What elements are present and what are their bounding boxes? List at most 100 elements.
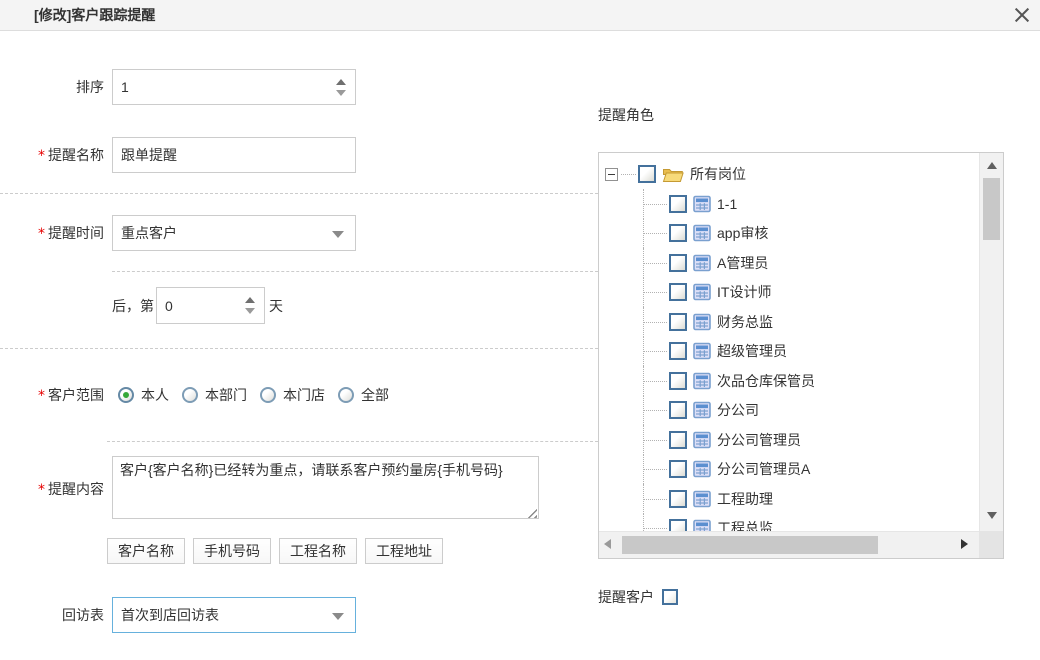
radio-label: 本门店 (283, 385, 325, 405)
days-suffix-label: 天 (269, 296, 283, 316)
radio-icon[interactable] (182, 387, 198, 403)
tree-item-row: 次品仓库保管员 (605, 366, 979, 396)
tree-item-checkbox[interactable] (669, 283, 687, 301)
name-input[interactable]: 跟单提醒 (112, 137, 356, 173)
spinner-down-icon[interactable] (245, 308, 255, 314)
divider (112, 271, 598, 272)
tree-item-label[interactable]: 超级管理员 (717, 341, 787, 361)
tree-item-checkbox[interactable] (669, 490, 687, 508)
tree-item-checkbox[interactable] (669, 431, 687, 449)
scroll-right-icon[interactable] (961, 539, 968, 549)
required-asterisk: * (38, 226, 45, 242)
radio-option-benmendian[interactable]: 本门店 (260, 385, 325, 405)
days-input[interactable]: 0 (156, 287, 265, 324)
radio-icon[interactable] (260, 387, 276, 403)
remind-customer-label: 提醒客户 (598, 587, 654, 607)
time-selected-value: 重点客户 (121, 223, 177, 243)
radio-label: 本部门 (205, 385, 247, 405)
divider (0, 193, 598, 194)
tree-item-checkbox[interactable] (669, 519, 687, 531)
role-table-icon (693, 490, 711, 508)
scroll-up-icon[interactable] (987, 162, 997, 169)
vertical-scrollbar[interactable] (979, 153, 1003, 531)
time-row: *提醒时间 重点客户 (0, 215, 598, 251)
name-value: 跟单提醒 (121, 145, 177, 165)
radio-icon[interactable] (338, 387, 354, 403)
time-select[interactable]: 重点客户 (112, 215, 356, 251)
tree-item-checkbox[interactable] (669, 224, 687, 242)
tree-item-label[interactable]: 分公司 (717, 400, 759, 420)
chevron-down-icon[interactable] (332, 613, 344, 620)
tree-item-label[interactable]: 分公司管理员A (717, 459, 810, 479)
sort-row: 排序 1 (0, 69, 598, 105)
insert-customer-name-button[interactable]: 客户名称 (107, 538, 185, 564)
roles-tree-viewport[interactable]: 所有岗位 1-1 app审核 A管理员 IT设计师 财务总监 超级管理员 次品仓… (599, 153, 979, 531)
tree-item-row: app审核 (605, 219, 979, 249)
visit-form-select[interactable]: 首次到店回访表 (112, 597, 356, 633)
scope-label: *客户范围 (0, 385, 108, 405)
role-table-icon (693, 254, 711, 272)
days-value: 0 (165, 298, 173, 314)
days-spinner[interactable] (245, 288, 257, 323)
sort-value: 1 (121, 79, 129, 95)
visit-form-selected-value: 首次到店回访表 (121, 605, 219, 625)
radio-icon[interactable] (118, 387, 134, 403)
tree-item-checkbox[interactable] (669, 195, 687, 213)
tree-item-checkbox[interactable] (669, 254, 687, 272)
tree-item-row: 分公司管理员 (605, 425, 979, 455)
tree-item-label[interactable]: 财务总监 (717, 312, 773, 332)
chevron-down-icon[interactable] (332, 231, 344, 238)
insert-project-address-button[interactable]: 工程地址 (365, 538, 443, 564)
sort-input[interactable]: 1 (112, 69, 356, 105)
tree-item-label[interactable]: IT设计师 (717, 282, 771, 302)
spinner-up-icon[interactable] (245, 297, 255, 303)
spinner-down-icon[interactable] (336, 90, 346, 96)
radio-label: 本人 (141, 385, 169, 405)
sort-label: 排序 (0, 77, 108, 97)
tree-item-checkbox[interactable] (669, 401, 687, 419)
tree-root-label[interactable]: 所有岗位 (690, 164, 746, 184)
roles-section-label: 提醒角色 (598, 105, 1010, 125)
radio-option-benren[interactable]: 本人 (118, 385, 169, 405)
spinner-up-icon[interactable] (336, 79, 346, 85)
tree-item-label[interactable]: app审核 (717, 223, 768, 243)
tree-item-row: 工程助理 (605, 484, 979, 514)
scroll-down-icon[interactable] (987, 512, 997, 519)
remind-customer-checkbox[interactable] (662, 589, 678, 605)
tree-item-checkbox[interactable] (669, 460, 687, 478)
tree-item-label[interactable]: 次品仓库保管员 (717, 371, 815, 391)
radio-option-quanbu[interactable]: 全部 (338, 385, 389, 405)
tree-connector (621, 174, 636, 175)
tree-item-checkbox[interactable] (669, 313, 687, 331)
radio-option-benbumen[interactable]: 本部门 (182, 385, 247, 405)
tree-item-label[interactable]: 工程总监 (717, 518, 773, 531)
visit-form-row: 回访表 首次到店回访表 (0, 597, 598, 633)
folder-open-icon (662, 166, 684, 183)
time-label: *提醒时间 (0, 223, 108, 243)
insert-phone-number-button[interactable]: 手机号码 (193, 538, 271, 564)
dialog-title: [修改]客户跟踪提醒 (34, 5, 155, 25)
role-table-icon (693, 224, 711, 242)
vertical-scrollbar-thumb[interactable] (983, 178, 1000, 240)
tree-item-label[interactable]: 工程助理 (717, 489, 773, 509)
tree-item-checkbox[interactable] (669, 342, 687, 360)
role-table-icon (693, 195, 711, 213)
tree-item-label[interactable]: A管理员 (717, 253, 768, 273)
insert-buttons-row: 客户名称 手机号码 工程名称 工程地址 (107, 538, 598, 564)
role-table-icon (693, 519, 711, 531)
scroll-left-icon[interactable] (604, 539, 611, 549)
tree-item-checkbox[interactable] (669, 372, 687, 390)
tree-item-label[interactable]: 分公司管理员 (717, 430, 801, 450)
tree-root-checkbox[interactable] (638, 165, 656, 183)
sort-spinner[interactable] (336, 70, 348, 104)
content-textarea[interactable]: 客户{客户名称}已经转为重点，请联系客户预约量房{手机号码} (112, 456, 539, 519)
close-icon[interactable] (1010, 3, 1034, 27)
role-table-icon (693, 401, 711, 419)
role-table-icon (693, 313, 711, 331)
reminder-form: 排序 1 *提醒名称 跟单提醒 *提醒时间 (0, 31, 598, 633)
horizontal-scrollbar-thumb[interactable] (622, 536, 878, 554)
insert-project-name-button[interactable]: 工程名称 (279, 538, 357, 564)
tree-item-label[interactable]: 1-1 (717, 196, 737, 212)
horizontal-scrollbar[interactable] (599, 531, 979, 558)
collapse-icon[interactable] (605, 168, 618, 181)
